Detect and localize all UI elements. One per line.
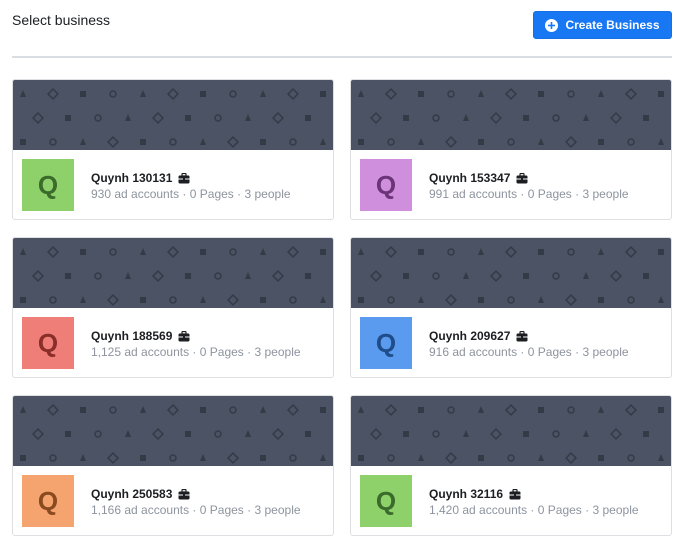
banner-pattern bbox=[20, 87, 326, 149]
business-stats: 1,420 ad accounts · 0 Pages · 3 people bbox=[429, 503, 639, 517]
banner-pattern bbox=[20, 403, 326, 465]
business-card[interactable]: Q Quynh 209627 916 ad accounts · 0 Pages… bbox=[350, 237, 672, 378]
separator: · bbox=[575, 345, 583, 359]
pages-count: 0 Pages bbox=[527, 345, 572, 359]
people-count: 3 people bbox=[254, 503, 301, 517]
business-name: Quynh 153347 bbox=[429, 171, 511, 185]
people-count: 3 people bbox=[592, 503, 639, 517]
business-name: Quynh 209627 bbox=[429, 329, 511, 343]
business-cover bbox=[13, 396, 333, 466]
banner-pattern bbox=[358, 245, 664, 307]
briefcase-icon bbox=[516, 330, 528, 341]
separator: · bbox=[192, 345, 200, 359]
banner-pattern bbox=[358, 87, 664, 149]
business-stats: 916 ad accounts · 0 Pages · 3 people bbox=[429, 345, 629, 359]
create-business-label: Create Business bbox=[565, 18, 660, 32]
page-header: Select business Create Business bbox=[12, 0, 672, 58]
pages-count: 0 Pages bbox=[199, 345, 244, 359]
business-name: Quynh 32116 bbox=[429, 487, 504, 501]
business-stats: 1,166 ad accounts · 0 Pages · 3 people bbox=[91, 503, 301, 517]
briefcase-icon bbox=[178, 172, 190, 183]
ad-accounts-count: 916 ad accounts bbox=[429, 345, 518, 359]
separator: · bbox=[585, 503, 593, 517]
business-name-row: Quynh 130131 bbox=[91, 171, 190, 185]
pages-count: 0 Pages bbox=[527, 187, 572, 201]
briefcase-icon bbox=[178, 488, 190, 499]
briefcase-icon bbox=[509, 488, 521, 499]
avatar-initial: Q bbox=[375, 327, 397, 358]
create-business-button[interactable]: Create Business bbox=[533, 11, 672, 39]
page-title: Select business bbox=[12, 12, 111, 28]
business-cover bbox=[351, 396, 671, 466]
business-stats: 930 ad accounts · 0 Pages · 3 people bbox=[91, 187, 291, 201]
separator: · bbox=[247, 345, 255, 359]
business-avatar: Q bbox=[22, 475, 74, 527]
people-count: 3 people bbox=[582, 187, 629, 201]
business-cover bbox=[351, 238, 671, 308]
avatar-initial: Q bbox=[375, 485, 397, 516]
ad-accounts-count: 991 ad accounts bbox=[429, 187, 518, 201]
business-card[interactable]: Q Quynh 250583 1,166 ad accounts · 0 Pag… bbox=[12, 395, 334, 536]
pages-count: 0 Pages bbox=[537, 503, 582, 517]
business-cover bbox=[13, 80, 333, 150]
ad-accounts-count: 930 ad accounts bbox=[91, 187, 180, 201]
separator: · bbox=[520, 187, 528, 201]
avatar-initial: Q bbox=[37, 327, 59, 358]
business-avatar: Q bbox=[22, 159, 74, 211]
business-card[interactable]: Q Quynh 188569 1,125 ad accounts · 0 Pag… bbox=[12, 237, 334, 378]
avatar-initial: Q bbox=[37, 169, 59, 200]
briefcase-icon bbox=[178, 330, 190, 341]
business-stats: 1,125 ad accounts · 0 Pages · 3 people bbox=[91, 345, 301, 359]
business-name: Quynh 188569 bbox=[91, 329, 173, 343]
separator: · bbox=[575, 187, 583, 201]
avatar-initial: Q bbox=[37, 485, 59, 516]
business-cover bbox=[351, 80, 671, 150]
banner-pattern bbox=[20, 245, 326, 307]
business-name: Quynh 130131 bbox=[91, 171, 173, 185]
business-stats: 991 ad accounts · 0 Pages · 3 people bbox=[429, 187, 629, 201]
business-name-row: Quynh 188569 bbox=[91, 329, 190, 343]
business-avatar: Q bbox=[360, 475, 412, 527]
ad-accounts-count: 1,166 ad accounts bbox=[91, 503, 190, 517]
people-count: 3 people bbox=[582, 345, 629, 359]
separator: · bbox=[237, 187, 245, 201]
business-card[interactable]: Q Quynh 32116 1,420 ad accounts · 0 Page… bbox=[350, 395, 672, 536]
business-card[interactable]: Q Quynh 153347 991 ad accounts · 0 Pages… bbox=[350, 79, 672, 220]
separator: · bbox=[530, 503, 538, 517]
business-cover bbox=[13, 238, 333, 308]
avatar-initial: Q bbox=[375, 169, 397, 200]
plus-circle-icon bbox=[545, 18, 559, 32]
business-avatar: Q bbox=[360, 317, 412, 369]
separator: · bbox=[192, 503, 200, 517]
banner-pattern bbox=[358, 403, 664, 465]
business-avatar: Q bbox=[360, 159, 412, 211]
business-name: Quynh 250583 bbox=[91, 487, 173, 501]
business-name-row: Quynh 250583 bbox=[91, 487, 190, 501]
business-card[interactable]: Q Quynh 130131 930 ad accounts · 0 Pages… bbox=[12, 79, 334, 220]
business-avatar: Q bbox=[22, 317, 74, 369]
ad-accounts-count: 1,125 ad accounts bbox=[91, 345, 190, 359]
ad-accounts-count: 1,420 ad accounts bbox=[429, 503, 528, 517]
business-name-row: Quynh 32116 bbox=[429, 487, 521, 501]
separator: · bbox=[247, 503, 255, 517]
separator: · bbox=[520, 345, 528, 359]
business-name-row: Quynh 153347 bbox=[429, 171, 528, 185]
briefcase-icon bbox=[516, 172, 528, 183]
pages-count: 0 Pages bbox=[189, 187, 234, 201]
people-count: 3 people bbox=[254, 345, 301, 359]
separator: · bbox=[182, 187, 190, 201]
pages-count: 0 Pages bbox=[199, 503, 244, 517]
business-name-row: Quynh 209627 bbox=[429, 329, 528, 343]
people-count: 3 people bbox=[244, 187, 291, 201]
